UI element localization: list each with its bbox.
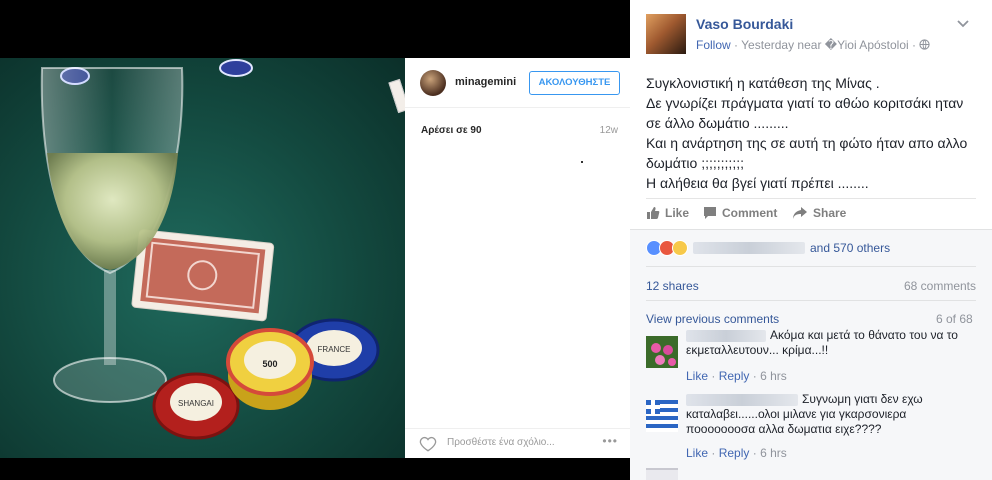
reactions-count[interactable]: and 570 others — [810, 241, 890, 255]
comment-text-line: Συγνωμη γιατι δεν εχω — [802, 392, 923, 406]
shares-link[interactable]: 12 shares — [646, 279, 699, 293]
chip-yellow-value: 500 — [262, 359, 277, 369]
screenshot: SHANGAI FRANCE 500 minagemini ΑΚΟΛΟΥΘΗΣΤ… — [0, 0, 992, 480]
shares-comments-row: 12 shares 68 comments — [646, 266, 976, 300]
author-name[interactable]: Vaso Bourdaki — [696, 16, 793, 32]
chip-red: SHANGAI — [152, 372, 240, 440]
instagram-footer: Προσθέστε ένα σχόλιο... ••• — [405, 428, 630, 458]
globe-icon — [919, 39, 930, 50]
facebook-post-panel: Vaso Bourdaki Follow · Yesterday near �Y… — [630, 0, 992, 480]
comments-count[interactable]: 68 comments — [904, 279, 976, 293]
comment-time[interactable]: 6 hrs — [760, 369, 787, 383]
view-previous-row: View previous comments 6 of 68 — [646, 300, 976, 326]
comment-body: Συγνωμη γιατι δεν εχω καταλαβει......ολο… — [686, 392, 976, 437]
share-label: Share — [813, 206, 847, 220]
instagram-time: 12w — [599, 125, 618, 136]
share-icon — [793, 207, 807, 219]
chevron-down-icon[interactable] — [956, 16, 970, 30]
chip-red-label: SHANGAI — [178, 399, 214, 408]
post-text-line: Και η ανάρτηση της σε αυτή τη φώτο ήταν … — [646, 135, 968, 151]
view-previous-comments-link[interactable]: View previous comments — [646, 312, 779, 326]
comment-icon — [704, 207, 716, 219]
reactions-row[interactable] — [646, 240, 805, 256]
comment-text-line: ποοοοοοοσα αλλα δωματια ειχε???? — [686, 422, 882, 436]
poker-table-photo: SHANGAI FRANCE 500 — [0, 58, 405, 458]
comment-reply-link[interactable]: Reply — [719, 446, 750, 460]
instagram-avatar[interactable] — [420, 70, 446, 96]
like-label: Like — [665, 206, 690, 220]
comment-actions: Like · Reply · 6 hrs — [686, 446, 787, 460]
next-comment-avatar-edge — [646, 468, 678, 480]
separator: · — [752, 369, 757, 383]
meta-separator: · — [734, 38, 739, 52]
instagram-follow-button[interactable]: ΑΚΟΛΟΥΘΗΣΤΕ — [529, 71, 620, 95]
share-button[interactable]: Share — [792, 206, 846, 220]
post-text-line: Συγκλονιστική η κατάθεση της Μίνας . — [646, 75, 880, 91]
instagram-comment-input[interactable]: Προσθέστε ένα σχόλιο... — [447, 437, 555, 448]
post-time-location[interactable]: Yesterday near �Yioi Apóstoloi · — [741, 38, 916, 52]
instagram-panel: minagemini ΑΚΟΛΟΥΘΗΣΤΕ Αρέσει σε 90 12w … — [405, 58, 630, 458]
dot — [581, 161, 583, 163]
comment-like-link[interactable]: Like — [686, 369, 708, 383]
chip-yellow: 500 — [226, 328, 314, 410]
follow-link[interactable]: Follow — [696, 38, 731, 52]
post-text-line: Η αλήθεια θα βγεί γιατί πρέπει ........ — [646, 175, 869, 191]
post-text: Συγκλονιστική η κατάθεση της Μίνας . Δε … — [646, 73, 981, 193]
post-text-line: δωμάτιο ;;;;;;;;;;; — [646, 155, 744, 171]
comment-time[interactable]: 6 hrs — [760, 446, 787, 460]
comment-body: Ακόμα και μετά το θάνατο του να το εκμετ… — [686, 328, 976, 358]
post-actions: Like Comment Share — [646, 198, 976, 226]
shared-photo[interactable]: SHANGAI FRANCE 500 minagemini ΑΚΟΛΟΥΘΗΣΤ… — [0, 0, 630, 480]
separator: · — [752, 446, 757, 460]
comment-like-link[interactable]: Like — [686, 446, 708, 460]
comment-actions: Like · Reply · 6 hrs — [686, 369, 787, 383]
author-avatar[interactable] — [646, 14, 686, 54]
more-options-icon[interactable]: ••• — [602, 434, 618, 448]
sad-reaction-icon — [672, 240, 688, 256]
instagram-username[interactable]: minagemini — [455, 76, 516, 88]
comment-button[interactable]: Comment — [703, 206, 777, 220]
comment-page-count: 6 of 68 — [936, 312, 973, 326]
instagram-header: minagemini ΑΚΟΛΟΥΘΗΣΤΕ — [405, 58, 630, 108]
photo-illustration: SHANGAI FRANCE 500 — [40, 59, 380, 440]
thumbs-up-icon — [647, 207, 660, 219]
post-meta: Follow · Yesterday near �Yioi Apóstoloi … — [696, 38, 930, 52]
comment-text-line: καταλαβει......ολοι μιλανε για γκαρσονιε… — [686, 407, 907, 421]
instagram-likes[interactable]: Αρέσει σε 90 — [421, 125, 482, 136]
heart-icon[interactable] — [419, 435, 437, 453]
comment-text-line: Ακόμα και μετά το θάνατο του να το — [770, 328, 958, 342]
comment-reply-link[interactable]: Reply — [719, 369, 750, 383]
redacted-commenter-name — [686, 329, 766, 342]
commenter-avatar[interactable] — [646, 336, 678, 368]
like-button[interactable]: Like — [646, 206, 689, 220]
post-text-line: Δε γνωρίζει πράγματα γιατί το αθώο κοριτ… — [646, 95, 964, 111]
comment-label: Comment — [722, 206, 778, 220]
commenter-avatar[interactable] — [646, 400, 678, 432]
separator: · — [711, 446, 716, 460]
separator: · — [711, 369, 716, 383]
redacted-names — [693, 242, 805, 254]
post-text-line: σε άλλο δωμάτιο ......... — [646, 115, 789, 131]
chip-blue-label: FRANCE — [318, 345, 351, 354]
comment-text-line: εκμεταλλευτουν... κρίμα...!! — [686, 343, 829, 357]
redacted-commenter-name — [686, 393, 798, 406]
